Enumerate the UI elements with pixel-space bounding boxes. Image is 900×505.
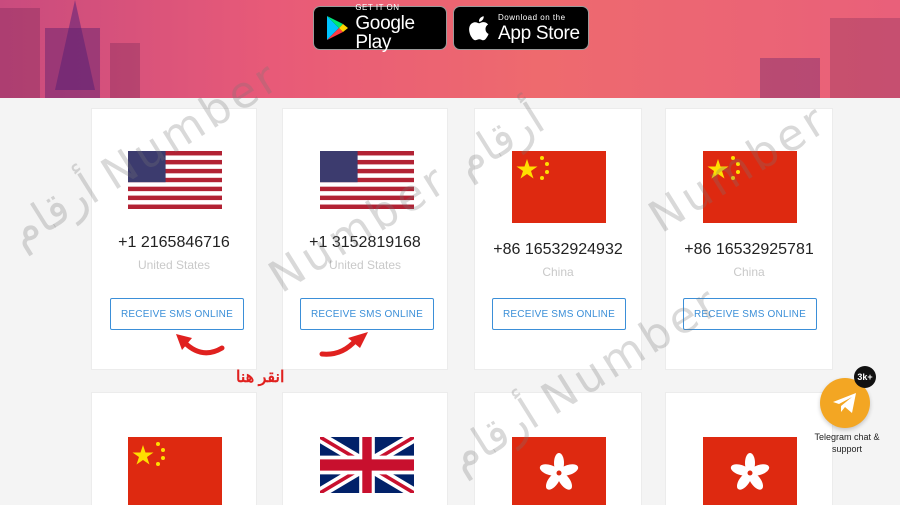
banner-decoration [0, 8, 40, 98]
telegram-label-line: support [831, 444, 863, 454]
apple-icon [464, 14, 492, 42]
receive-sms-button[interactable]: RECEIVE SMS ONLINE [110, 298, 244, 330]
phone-number: +86 16532924932 [493, 241, 623, 258]
app-store-button[interactable]: Download on the App Store [453, 6, 589, 50]
pointer-arrow-icon [319, 332, 368, 357]
number-card [282, 392, 448, 505]
banner-decoration [760, 58, 820, 98]
pointer-arrow-icon [176, 334, 225, 356]
click-here-annotation: انقر هنا [236, 369, 285, 386]
phone-number: +1 2165846716 [118, 234, 230, 251]
banner-decoration [830, 18, 900, 98]
banner-decoration [45, 28, 100, 98]
telegram-icon [833, 393, 856, 413]
receive-sms-button[interactable]: RECEIVE SMS ONLINE [492, 298, 626, 330]
telegram-label-line: Telegram chat & [814, 432, 880, 442]
google-play-label: Google Play [355, 13, 415, 53]
uk-flag-icon [320, 437, 414, 493]
page: GET IT ON Google Play Download on the Ap… [0, 0, 900, 505]
app-store-small-text: Download on the [498, 12, 566, 22]
hong-kong-flag-icon [703, 437, 797, 505]
telegram-count-badge: 3k+ [854, 366, 876, 388]
google-play-button[interactable]: GET IT ON Google Play [313, 3, 447, 53]
number-card [91, 392, 257, 505]
telegram-label: Telegram chat & support [806, 431, 888, 455]
hong-kong-flag-icon [512, 437, 606, 505]
country-name: United States [137, 258, 211, 272]
google-play-icon [324, 14, 349, 42]
google-play-small-text: GET IT ON [355, 3, 400, 12]
phone-number: +86 16532925781 [684, 241, 814, 258]
country-name: China [542, 265, 574, 279]
china-flag-icon [512, 151, 606, 223]
china-flag-icon [128, 437, 222, 505]
receive-sms-button[interactable]: RECEIVE SMS ONLINE [300, 298, 434, 330]
header-banner: GET IT ON Google Play Download on the Ap… [0, 0, 900, 98]
banner-decoration [110, 43, 140, 98]
app-store-label: App Store [498, 22, 580, 44]
country-name: China [733, 265, 765, 279]
